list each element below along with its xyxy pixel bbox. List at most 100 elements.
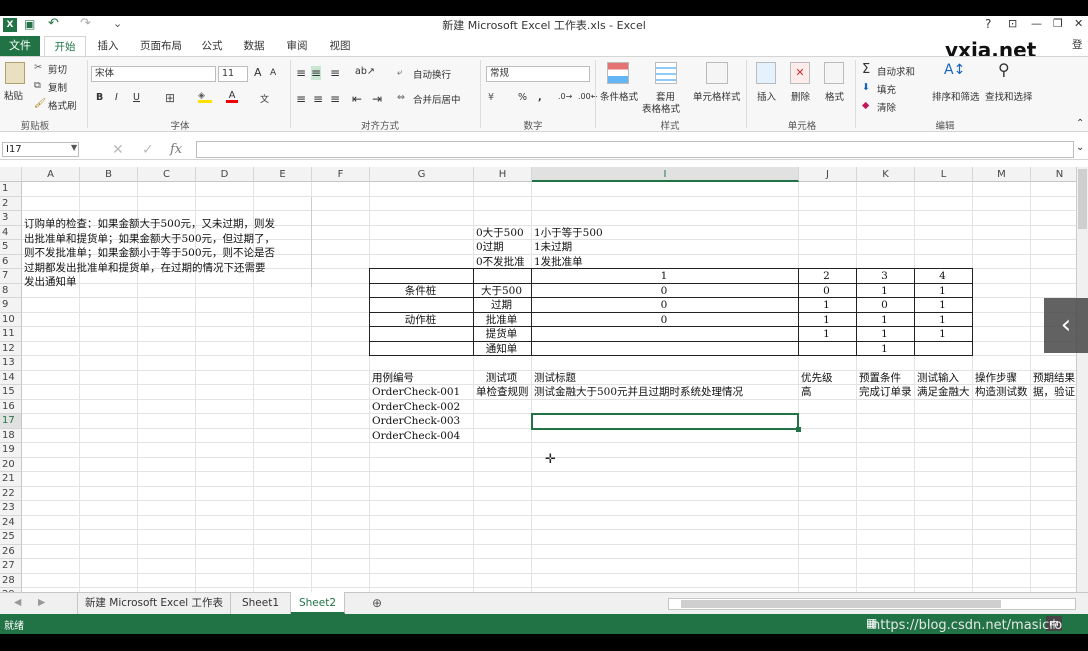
tab-view[interactable]: 视图 [322, 36, 358, 56]
cell-i14[interactable]: 测试标题 [534, 371, 798, 385]
cell-g16[interactable]: OrderCheck-002 [372, 400, 471, 414]
cell-n14[interactable]: 预期结果 [1033, 371, 1076, 385]
conditional-format-button[interactable]: 条件格式 [600, 89, 638, 103]
cell-i6[interactable]: 1发批准单 [534, 255, 731, 269]
clear-icon[interactable]: ◆ [862, 100, 869, 111]
sort-filter-icon[interactable]: A↕ [944, 62, 965, 78]
find-select-button[interactable]: 查找和选择 [985, 89, 1033, 103]
clear-button[interactable]: 清除 [877, 100, 896, 114]
cell-n15[interactable]: 据，验证 [1033, 385, 1076, 399]
tab-data[interactable]: 数据 [236, 36, 272, 56]
cell-j9[interactable]: 1 [799, 298, 854, 312]
fill-icon[interactable]: ⬇ [862, 82, 870, 93]
column-header-m[interactable]: M [973, 167, 1031, 182]
row-header-28[interactable]: 28 [0, 573, 22, 588]
horizontal-scroll-thumb[interactable] [681, 600, 1001, 608]
cell-g10[interactable]: 动作桩 [370, 313, 471, 327]
border-icon[interactable]: ⊞ [165, 91, 175, 105]
row-header-22[interactable]: 22 [0, 486, 22, 501]
select-all-corner[interactable] [0, 167, 22, 182]
row-header-15[interactable]: 15 [0, 385, 22, 400]
cell-i8[interactable]: 0 [532, 284, 796, 298]
cell-g15[interactable]: OrderCheck-001 [372, 385, 471, 399]
fill-button[interactable]: 填充 [877, 82, 896, 96]
minimize-button[interactable]: — [1031, 17, 1042, 30]
currency-icon[interactable]: ¥ [488, 92, 494, 103]
row-header-17[interactable]: 17 [0, 414, 22, 429]
row-header-25[interactable]: 25 [0, 530, 22, 545]
column-header-j[interactable]: J [799, 167, 857, 182]
cell-m14[interactable]: 操作步骤 [975, 371, 1030, 385]
cell-l11[interactable]: 1 [915, 327, 970, 341]
format-as-table-label2[interactable]: 表格格式 [642, 101, 680, 115]
cell-k11[interactable]: 1 [857, 327, 912, 341]
row-header-10[interactable]: 10 [0, 312, 22, 327]
prev-sheet-icon[interactable]: ◀ [14, 597, 21, 608]
align-bottom-icon[interactable]: ≡ [330, 66, 340, 80]
column-header-n[interactable]: N [1031, 167, 1076, 182]
align-top-icon[interactable]: ≡ [296, 66, 306, 80]
align-center-icon[interactable]: ≡ [313, 92, 323, 106]
cell-h8[interactable]: 大于500 [474, 284, 529, 298]
paste-button[interactable]: 粘贴 [4, 88, 23, 102]
font-color-icon[interactable]: A [226, 90, 238, 103]
cell-styles-button[interactable]: 单元格样式 [693, 89, 741, 103]
cell-k8[interactable]: 1 [857, 284, 912, 298]
row-header-21[interactable]: 21 [0, 472, 22, 487]
percent-button[interactable]: % [518, 92, 527, 103]
indent-icon[interactable]: ⇤ [352, 92, 362, 106]
sheet-tab-2[interactable]: Sheet1 [231, 592, 291, 614]
increase-decimal-icon[interactable]: .0→ [558, 92, 572, 101]
row-header-19[interactable]: 19 [0, 443, 22, 458]
sheet-tab-1[interactable]: 新建 Microsoft Excel 工作表 [77, 592, 231, 614]
horizontal-scrollbar[interactable] [668, 598, 1076, 610]
conditional-format-icon[interactable] [607, 62, 629, 84]
cell-l15[interactable]: 满足金融大 [917, 385, 972, 399]
row-header-20[interactable]: 20 [0, 457, 22, 472]
cell-styles-icon[interactable] [706, 62, 728, 84]
autosum-button[interactable]: 自动求和 [877, 64, 915, 78]
format-painter-icon[interactable]: 🖌 [34, 98, 46, 109]
cell-i10[interactable]: 0 [532, 313, 796, 327]
autosum-icon[interactable]: Σ [862, 62, 870, 77]
cell-k15[interactable]: 完成订单录 [859, 385, 914, 399]
cell-j7[interactable]: 2 [799, 269, 854, 283]
expand-formula-icon[interactable]: ⌄ [1076, 142, 1084, 153]
cell-j11[interactable]: 1 [799, 327, 854, 341]
column-header-e[interactable]: E [254, 167, 312, 182]
italic-button[interactable]: I [115, 92, 118, 103]
column-header-l[interactable]: L [915, 167, 973, 182]
row-header-23[interactable]: 23 [0, 501, 22, 516]
fill-color-icon[interactable]: ◈ [198, 91, 212, 103]
column-header-k[interactable]: K [857, 167, 915, 182]
align-left-icon[interactable]: ≡ [296, 92, 306, 106]
grow-font-button[interactable]: A [254, 66, 262, 79]
help-button[interactable]: ? [985, 17, 991, 31]
insert-function-button[interactable]: fx [170, 142, 182, 157]
row-header-7[interactable]: 7 [0, 269, 22, 284]
tab-home[interactable]: 开始 [44, 36, 86, 56]
delete-cells-button[interactable]: 删除 [791, 89, 810, 103]
find-select-icon[interactable]: ⚲ [998, 60, 1010, 79]
delete-cells-icon[interactable]: ✕ [790, 62, 810, 84]
row-header-8[interactable]: 8 [0, 283, 22, 298]
cancel-entry-icon[interactable]: ✕ [112, 142, 124, 158]
row-header-3[interactable]: 3 [0, 211, 22, 226]
cell-k7[interactable]: 3 [857, 269, 912, 283]
cell-l7[interactable]: 4 [915, 269, 970, 283]
underline-button[interactable]: U [133, 92, 140, 103]
cell-i4[interactable]: 1小于等于500 [534, 226, 731, 240]
merge-center-button[interactable]: 合并后居中 [413, 92, 461, 106]
cell-k10[interactable]: 1 [857, 313, 912, 327]
ribbon-display-icon[interactable]: ⊡ [1008, 17, 1017, 30]
active-cell-i17[interactable] [531, 413, 799, 430]
tab-page-layout[interactable]: 页面布局 [132, 36, 190, 56]
row-header-6[interactable]: 6 [0, 254, 22, 269]
tab-formulas[interactable]: 公式 [194, 36, 230, 56]
name-box-dropdown-icon[interactable]: ▼ [71, 143, 77, 152]
font-name-select[interactable]: 宋体 [91, 66, 216, 82]
insert-cells-icon[interactable] [756, 62, 776, 84]
row-header-13[interactable]: 13 [0, 356, 22, 371]
cell-l9[interactable]: 1 [915, 298, 970, 312]
row-header-1[interactable]: 1 [0, 182, 22, 197]
